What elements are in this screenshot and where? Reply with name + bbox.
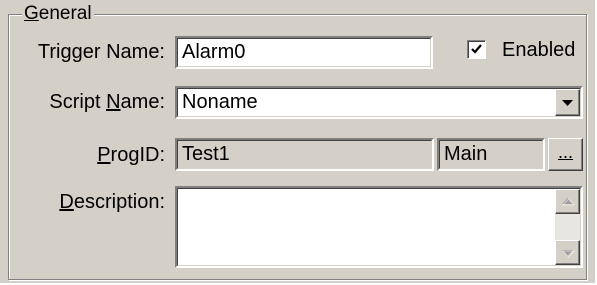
description-label-rest: escription: <box>73 191 165 213</box>
progid-label-accesskey: P <box>97 144 111 166</box>
scroll-down-arrow-icon <box>562 250 575 258</box>
progid-label-rest: rogID: <box>110 144 165 166</box>
description-textarea[interactable] <box>175 186 583 268</box>
progid-value: Test1 <box>182 143 230 165</box>
script-name-label-after: ame: <box>120 91 165 113</box>
general-settings-panel: General Trigger Name: Alarm0 Enabled Scr… <box>0 0 597 285</box>
checkmark-icon <box>471 44 482 54</box>
scroll-up-arrow-icon <box>562 198 575 206</box>
progid-secondary-value: Main <box>444 143 488 165</box>
progid-label: ProgID: <box>97 143 165 167</box>
browse-button-label: ... <box>557 142 573 162</box>
script-name-label: Script Name: <box>49 90 165 114</box>
chevron-down-icon <box>562 100 573 106</box>
general-group-title: General <box>22 3 94 25</box>
trigger-name-input[interactable]: Alarm0 <box>175 36 433 69</box>
progid-field: Test1 <box>175 138 434 171</box>
script-name-value: Noname <box>182 91 258 113</box>
script-name-label-accesskey: N <box>106 91 121 113</box>
general-title-rest: eneral <box>38 3 92 24</box>
progid-secondary-field: Main <box>437 138 545 171</box>
script-name-select[interactable]: Noname <box>175 86 583 119</box>
description-label: Description: <box>59 190 165 214</box>
progid-browse-button[interactable]: ... <box>548 138 583 171</box>
description-scrollbar[interactable] <box>555 189 580 265</box>
enabled-checkbox[interactable] <box>467 40 486 59</box>
trigger-name-value: Alarm0 <box>182 41 246 63</box>
enabled-label[interactable]: Enabled <box>502 38 575 62</box>
description-label-accesskey: D <box>59 191 74 213</box>
script-name-dropdown-button[interactable] <box>555 89 580 116</box>
trigger-name-label: Trigger Name: <box>37 41 165 63</box>
script-name-label-before: Script <box>49 91 107 113</box>
scroll-down-button[interactable] <box>555 240 580 265</box>
general-title-accesskey: G <box>24 3 39 24</box>
scroll-up-button[interactable] <box>555 189 580 214</box>
